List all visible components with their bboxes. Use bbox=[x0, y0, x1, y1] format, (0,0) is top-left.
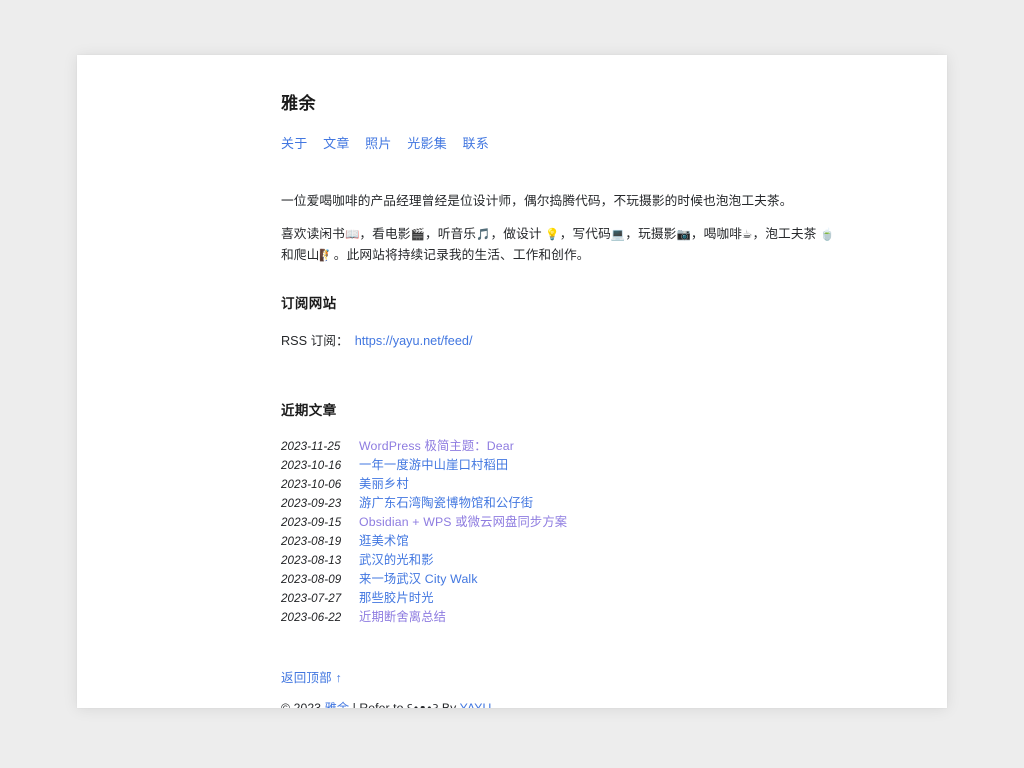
recent-articles-section: 近期文章 2023-11-25WordPress 极简主题：Dear2023-1… bbox=[281, 401, 841, 627]
article-date: 2023-08-09 bbox=[281, 571, 359, 589]
article-date: 2023-09-15 bbox=[281, 514, 359, 532]
teacup-emoji: 🍵 bbox=[820, 227, 834, 241]
copyright-site-link[interactable]: 雅余 bbox=[325, 701, 350, 708]
intro-text-run: ，写代码 bbox=[560, 227, 611, 241]
article-list-item: 2023-08-13武汉的光和影 bbox=[281, 551, 841, 570]
article-list-item: 2023-09-15Obsidian + WPS 或微云网盘同步方案 bbox=[281, 513, 841, 532]
nav-item-contact[interactable]: 联系 bbox=[463, 136, 490, 151]
rss-label: RSS 订阅： bbox=[281, 334, 349, 348]
intro-paragraph-1: 一位爱喝咖啡的产品经理曾经是位设计师，偶尔捣腾代码，不玩摄影的时候也泡泡工夫茶。 bbox=[281, 191, 841, 212]
article-title-link[interactable]: 那些胶片时光 bbox=[359, 589, 434, 607]
article-list-item: 2023-11-25WordPress 极简主题：Dear bbox=[281, 437, 841, 456]
nav-item-photos[interactable]: 照片 bbox=[365, 136, 392, 151]
intro-text-run: ，听音乐 bbox=[425, 227, 476, 241]
article-date: 2023-06-22 bbox=[281, 609, 359, 627]
article-list-item: 2023-07-27那些胶片时光 bbox=[281, 589, 841, 608]
intro-text-run: 。此网站将持续记录我的生活、工作和创作。 bbox=[334, 248, 590, 262]
article-list-item: 2023-08-19逛美术馆 bbox=[281, 532, 841, 551]
article-title-link[interactable]: WordPress 极简主题：Dear bbox=[359, 437, 514, 455]
intro-text-run: ，玩摄影 bbox=[625, 227, 676, 241]
intro-text-run: ，喝咖啡 bbox=[691, 227, 742, 241]
nav-item-lightshadow[interactable]: 光影集 bbox=[407, 136, 447, 151]
site-nav: 关于 文章 照片 光影集 联系 bbox=[281, 135, 841, 153]
article-title-link[interactable]: 美丽乡村 bbox=[359, 475, 409, 493]
intro-text-run: ，做设计 bbox=[491, 227, 546, 241]
rss-line: RSS 订阅： https://yayu.net/feed/ bbox=[281, 331, 841, 351]
nav-item-about[interactable]: 关于 bbox=[281, 136, 308, 151]
back-to-top-link[interactable]: 返回顶部 ↑ bbox=[281, 671, 342, 685]
article-title-link[interactable]: 近期断舍离总结 bbox=[359, 608, 446, 626]
open-book-emoji: 📖 bbox=[345, 227, 359, 241]
article-list-item: 2023-06-22近期断舍离总结 bbox=[281, 608, 841, 627]
page-footer: 返回顶部 ↑ © 2023 雅余 | Refer to ʕ•ᴥ•ʔ By YAY… bbox=[281, 669, 841, 708]
intro-text-run: 喜欢读闲书 bbox=[281, 227, 345, 241]
intro-text-run: ，看电影 bbox=[359, 227, 410, 241]
by-text: By bbox=[438, 701, 459, 708]
laptop-emoji: 💻 bbox=[611, 227, 625, 241]
refer-text: | Refer to bbox=[349, 701, 407, 708]
copyright-line: © 2023 雅余 | Refer to ʕ•ᴥ•ʔ By YAYU bbox=[281, 699, 841, 708]
subscribe-heading: 订阅网站 bbox=[281, 294, 841, 314]
copyright-prefix: © 2023 bbox=[281, 701, 325, 708]
climber-emoji: 🧗 bbox=[319, 248, 333, 262]
article-title-link[interactable]: 来一场武汉 City Walk bbox=[359, 570, 478, 588]
article-title-link[interactable]: 一年一度游中山崖口村稻田 bbox=[359, 456, 508, 474]
article-list-item: 2023-10-16一年一度游中山崖口村稻田 bbox=[281, 456, 841, 475]
article-title-link[interactable]: 游广东石湾陶瓷博物馆和公仔街 bbox=[359, 494, 533, 512]
article-date: 2023-10-16 bbox=[281, 457, 359, 475]
article-date: 2023-08-13 bbox=[281, 552, 359, 570]
recent-articles-heading: 近期文章 bbox=[281, 401, 841, 421]
intro-text-run: 和爬山 bbox=[281, 248, 319, 262]
bear-kaomoji-icon: ʕ•ᴥ•ʔ bbox=[407, 702, 438, 708]
article-title-link[interactable]: Obsidian + WPS 或微云网盘同步方案 bbox=[359, 513, 567, 531]
author-link[interactable]: YAYU bbox=[460, 701, 492, 708]
coffee-emoji: ☕ bbox=[742, 227, 752, 241]
page-content: 雅余 关于 文章 照片 光影集 联系 一位爱喝咖啡的产品经理曾经是位设计师，偶尔… bbox=[281, 93, 841, 708]
article-date: 2023-07-27 bbox=[281, 590, 359, 608]
intro-paragraph-2: 喜欢读闲书📖，看电影🎬，听音乐🎵，做设计 💡，写代码💻，玩摄影📷，喝咖啡☕，泡工… bbox=[281, 224, 841, 266]
page-title: 雅余 bbox=[281, 93, 841, 115]
musical-note-emoji: 🎵 bbox=[476, 227, 490, 241]
article-date: 2023-10-06 bbox=[281, 476, 359, 494]
subscribe-section: 订阅网站 RSS 订阅： https://yayu.net/feed/ bbox=[281, 294, 841, 351]
intro-text-run: ，泡工夫茶 bbox=[752, 227, 820, 241]
article-title-link[interactable]: 武汉的光和影 bbox=[359, 551, 434, 569]
rss-feed-link[interactable]: https://yayu.net/feed/ bbox=[355, 334, 473, 348]
article-title-link[interactable]: 逛美术馆 bbox=[359, 532, 409, 550]
article-list: 2023-11-25WordPress 极简主题：Dear2023-10-16一… bbox=[281, 437, 841, 627]
article-list-item: 2023-09-23游广东石湾陶瓷博物馆和公仔街 bbox=[281, 494, 841, 513]
intro-section: 一位爱喝咖啡的产品经理曾经是位设计师，偶尔捣腾代码，不玩摄影的时候也泡泡工夫茶。… bbox=[281, 191, 841, 266]
camera-emoji: 📷 bbox=[676, 227, 690, 241]
clapper-board-emoji: 🎬 bbox=[411, 227, 425, 241]
article-date: 2023-09-23 bbox=[281, 495, 359, 513]
article-date: 2023-11-25 bbox=[281, 438, 359, 456]
light-bulb-emoji: 💡 bbox=[545, 227, 559, 241]
nav-item-articles[interactable]: 文章 bbox=[323, 136, 350, 151]
article-list-item: 2023-08-09来一场武汉 City Walk bbox=[281, 570, 841, 589]
article-list-item: 2023-10-06美丽乡村 bbox=[281, 475, 841, 494]
article-date: 2023-08-19 bbox=[281, 533, 359, 551]
page-card: 雅余 关于 文章 照片 光影集 联系 一位爱喝咖啡的产品经理曾经是位设计师，偶尔… bbox=[77, 55, 947, 708]
